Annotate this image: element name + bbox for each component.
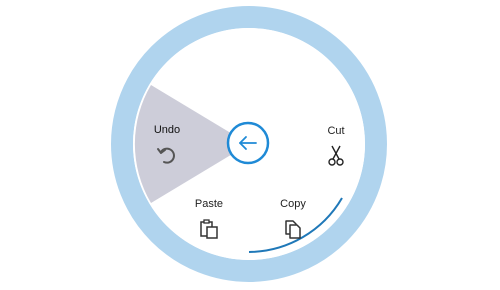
undo-icon xyxy=(157,147,175,164)
menu-item-cut[interactable]: Cut xyxy=(306,125,366,168)
paste-label: Paste xyxy=(194,198,224,210)
paste-icon xyxy=(200,219,218,239)
back-button[interactable] xyxy=(226,121,270,165)
copy-label: Copy xyxy=(280,198,306,210)
menu-item-copy[interactable]: Copy xyxy=(263,198,323,241)
cut-label: Cut xyxy=(327,125,345,137)
scissors-icon xyxy=(328,145,344,166)
undo-label: Undo xyxy=(153,124,181,136)
radial-menu-stage: Undo Cut Paste Copy xyxy=(0,0,500,290)
copy-icon xyxy=(285,220,301,239)
menu-item-undo[interactable]: Undo xyxy=(137,124,197,167)
arrow-left-icon xyxy=(226,121,270,165)
menu-item-paste[interactable]: Paste xyxy=(179,198,239,241)
